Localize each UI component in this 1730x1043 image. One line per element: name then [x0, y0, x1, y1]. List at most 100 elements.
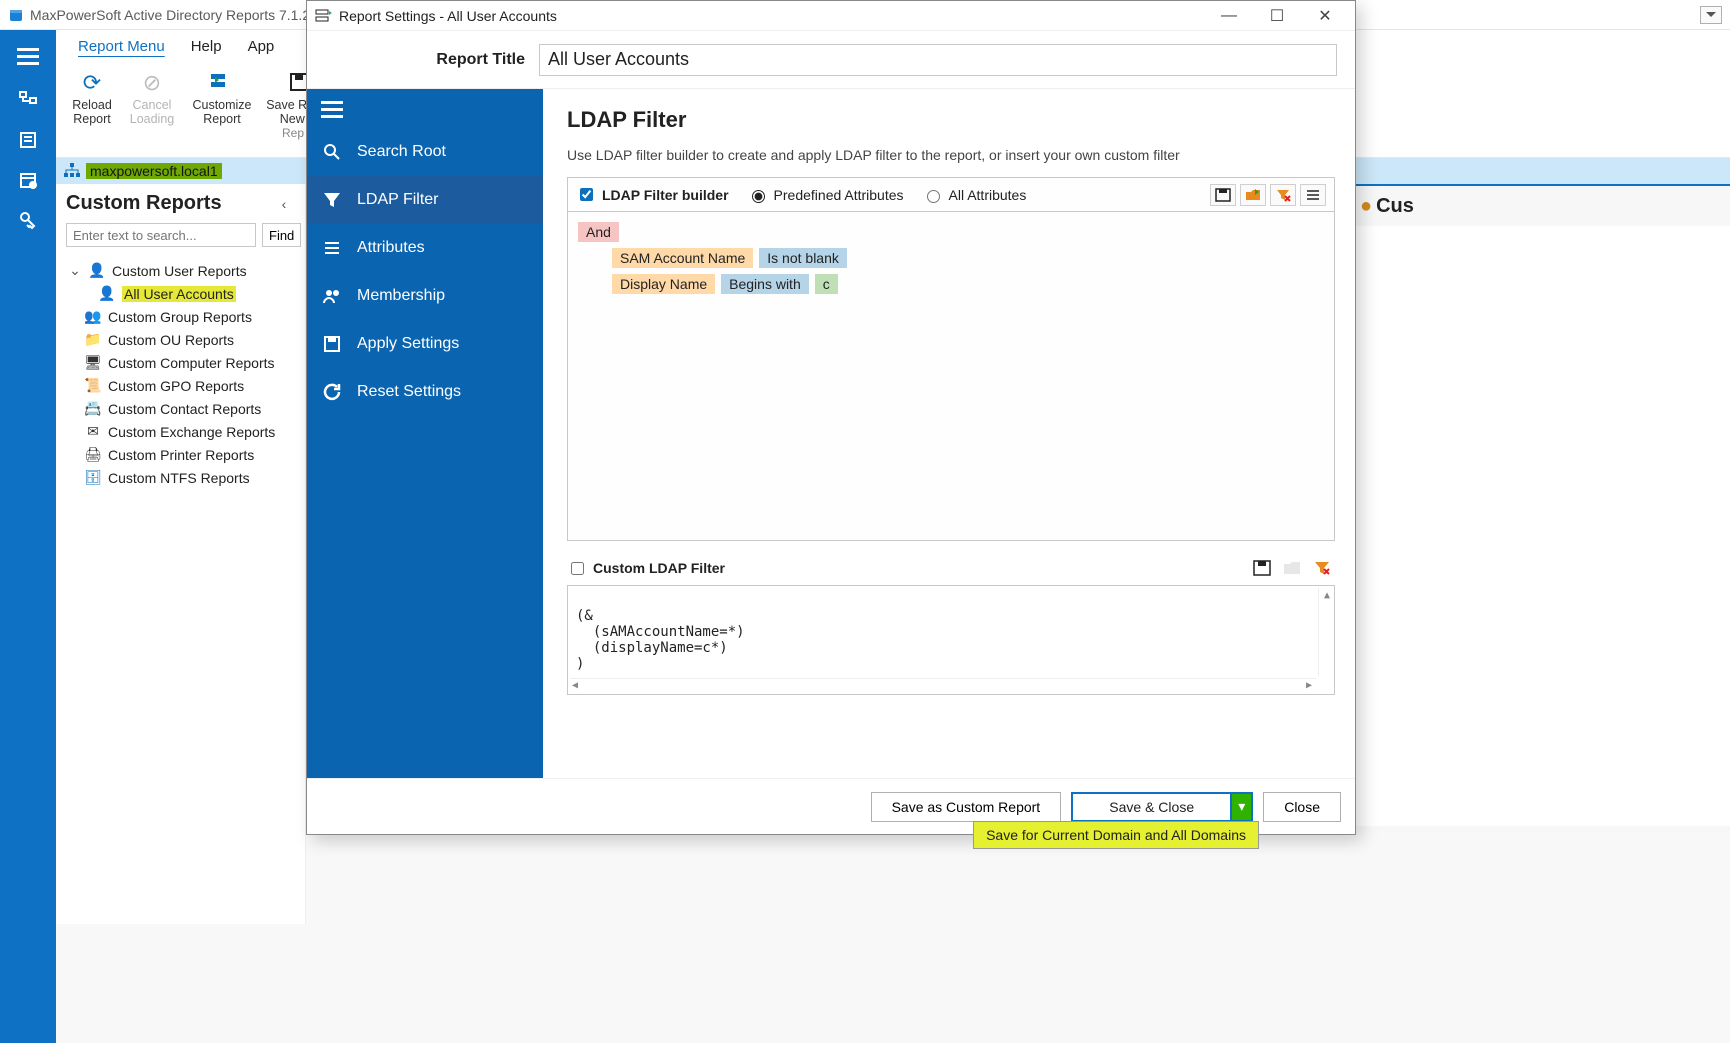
computer-icon: 🖥 — [84, 354, 102, 372]
filter-icon — [321, 190, 343, 210]
settings-icon — [315, 7, 333, 25]
hamburger-icon[interactable] — [17, 48, 39, 65]
gpo-icon: 📜 — [84, 377, 102, 395]
report-title-input[interactable] — [539, 44, 1337, 76]
tree-root-user-reports[interactable]: ⌄ 👤 Custom User Reports — [64, 259, 305, 282]
filter-builder-area[interactable]: And SAM Account Name Is not blank Displa… — [567, 211, 1335, 541]
open-filter-button[interactable] — [1240, 184, 1266, 206]
menu-report[interactable]: Report Menu — [78, 38, 165, 55]
reports-tree: ⌄ 👤 Custom User Reports 👤 All User Accou… — [56, 255, 305, 489]
drive-icon: 🗄 — [84, 469, 102, 487]
tree-item-computer-reports[interactable]: 🖥 Custom Computer Reports — [64, 351, 305, 374]
scroll-left-icon: ◀ — [572, 680, 578, 691]
nav-tree-icon[interactable] — [17, 89, 39, 111]
save-as-custom-button[interactable]: Save as Custom Report — [871, 792, 1062, 822]
all-attrs-radio[interactable]: All Attributes — [922, 187, 1027, 203]
nav-key-icon[interactable] — [17, 209, 39, 231]
criteria-op[interactable]: Begins with — [721, 274, 809, 294]
maximize-button[interactable]: ☐ — [1265, 4, 1289, 28]
custom-reports-panel: Custom Reports ‹ Find ⌄ 👤 Custom User Re… — [56, 184, 306, 924]
toolbar-group-label: Rep — [282, 126, 304, 140]
tree-item-all-user-accounts[interactable]: 👤 All User Accounts — [64, 282, 305, 305]
tree-item-ou-reports[interactable]: 📁 Custom OU Reports — [64, 328, 305, 351]
attributes-icon — [321, 238, 343, 258]
nav-report-icon[interactable] — [17, 129, 39, 151]
nav-reset-settings[interactable]: Reset Settings — [307, 368, 543, 416]
tree-item-ntfs-reports[interactable]: 🗄 Custom NTFS Reports — [64, 466, 305, 489]
nav-ldap-filter[interactable]: LDAP Filter — [307, 176, 543, 224]
membership-icon — [321, 286, 343, 306]
menu-help[interactable]: Help — [191, 38, 222, 55]
nav-membership[interactable]: Membership — [307, 272, 543, 320]
scroll-right-icon: ▶ — [1306, 680, 1312, 691]
save-close-button[interactable]: Save & Close — [1071, 792, 1231, 822]
left-nav-strip — [0, 30, 56, 1043]
folder-icon: 📁 — [84, 331, 102, 349]
cancel-loading-button: ⊘ Cancel Loading — [122, 68, 182, 126]
find-button[interactable]: Find — [262, 223, 301, 247]
report-settings-dialog: Report Settings - All User Accounts — ☐ … — [306, 0, 1356, 835]
close-window-button[interactable]: ✕ — [1313, 4, 1337, 28]
reload-button[interactable]: ⟳ Reload Report — [62, 68, 122, 126]
contact-icon: 📇 — [84, 400, 102, 418]
tree-item-exchange-reports[interactable]: ✉ Custom Exchange Reports — [64, 420, 305, 443]
domain-tree-icon — [64, 163, 80, 180]
nav-schedule-icon[interactable] — [17, 169, 39, 191]
nav-attributes[interactable]: Attributes — [307, 224, 543, 272]
search-root-icon — [321, 142, 343, 162]
save-filter-button[interactable] — [1210, 184, 1236, 206]
customize-report-button[interactable]: Customize Report — [182, 68, 262, 126]
nav-search-root[interactable]: Search Root — [307, 128, 543, 176]
save-close-splitbutton[interactable]: Save & Close ▾ — [1071, 792, 1253, 822]
tree-item-group-reports[interactable]: 👥 Custom Group Reports — [64, 305, 305, 328]
save-custom-filter-button[interactable] — [1249, 557, 1275, 579]
hamburger-icon[interactable] — [321, 101, 529, 118]
criteria-attr[interactable]: Display Name — [612, 274, 715, 294]
dialog-sidebar: Search Root LDAP Filter Attributes Membe… — [307, 89, 543, 778]
custom-filter-textbox[interactable]: (& (sAMAccountName=*) (displayName=c*) )… — [567, 585, 1335, 695]
chevron-down-icon: ⌄ — [68, 262, 82, 279]
user-icon: 👤 — [98, 285, 116, 303]
user-icon: 👤 — [88, 262, 106, 280]
panel-title: Custom Reports — [66, 192, 222, 215]
dialog-title: Report Settings - All User Accounts — [339, 8, 557, 24]
predefined-radio[interactable]: Predefined Attributes — [747, 187, 904, 203]
dialog-titlebar: Report Settings - All User Accounts — ☐ … — [307, 1, 1355, 31]
quick-access-dropdown[interactable] — [1698, 6, 1722, 24]
custom-filter-checkbox[interactable]: Custom LDAP Filter — [567, 559, 725, 578]
section-help: Use LDAP filter builder to create and ap… — [567, 147, 1335, 163]
criteria-op[interactable]: Is not blank — [759, 248, 847, 268]
minimize-button[interactable]: — — [1217, 4, 1241, 28]
report-title-label: Report Title — [325, 51, 525, 69]
domain-name: maxpowersoft.local1 — [86, 163, 222, 179]
clear-filter-button[interactable] — [1270, 184, 1296, 206]
group-icon: 👥 — [84, 308, 102, 326]
tree-item-printer-reports[interactable]: 🖨 Custom Printer Reports — [64, 443, 305, 466]
printer-icon: 🖨 — [84, 446, 102, 464]
section-title: LDAP Filter — [567, 107, 1335, 133]
tree-item-gpo-reports[interactable]: 📜 Custom GPO Reports — [64, 374, 305, 397]
clear-custom-filter-button[interactable] — [1309, 557, 1335, 579]
tree-item-contact-reports[interactable]: 📇 Custom Contact Reports — [64, 397, 305, 420]
cancel-icon: ⊘ — [137, 68, 167, 98]
criteria-attr[interactable]: SAM Account Name — [612, 248, 753, 268]
app-icon — [8, 7, 24, 23]
filter-options-button[interactable] — [1300, 184, 1326, 206]
report-title-row: Report Title — [307, 31, 1355, 89]
builder-checkbox[interactable]: LDAP Filter builder — [576, 185, 729, 204]
search-input[interactable] — [66, 223, 256, 247]
save-close-dropdown[interactable]: ▾ — [1231, 792, 1253, 822]
criteria-root-op[interactable]: And — [578, 222, 619, 242]
collapse-button[interactable]: ‹ — [275, 195, 293, 213]
vertical-scrollbar[interactable] — [1318, 588, 1332, 676]
criteria-val[interactable]: c — [815, 274, 838, 294]
open-custom-filter-button — [1279, 557, 1305, 579]
nav-apply-settings[interactable]: Apply Settings — [307, 320, 543, 368]
reset-icon — [321, 382, 343, 402]
menu-app[interactable]: App — [248, 38, 275, 55]
horizontal-scrollbar[interactable] — [570, 678, 1316, 692]
close-button[interactable]: Close — [1263, 792, 1341, 822]
filter-builder-header: LDAP Filter builder Predefined Attribute… — [567, 177, 1335, 211]
save-domain-popup[interactable]: Save for Current Domain and All Domains — [973, 821, 1259, 849]
dialog-footer: Save as Custom Report Save & Close ▾ Clo… — [307, 778, 1355, 834]
